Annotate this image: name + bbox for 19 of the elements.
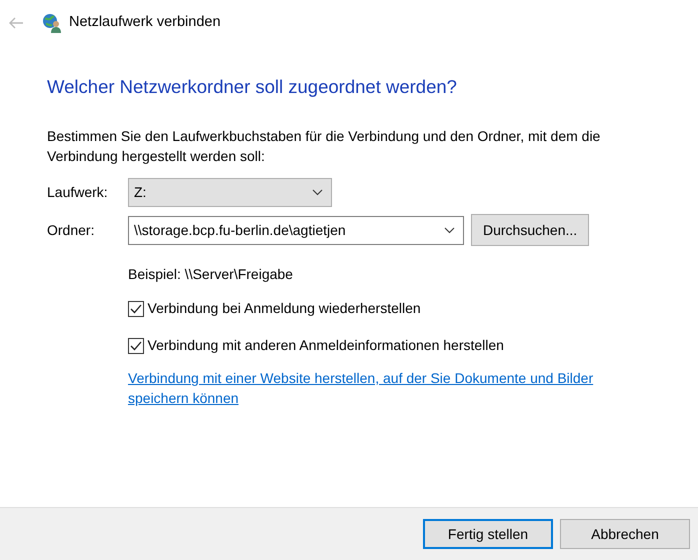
network-drive-icon — [42, 13, 62, 33]
instruction-text: Bestimmen Sie den Laufwerkbuchstaben für die Verbindung und den Ordner, mit dem die Verbindung hergestellt werden soll: — [47, 127, 602, 166]
website-link[interactable]: Verbindung mit einer Website herstellen, auf der Sie Dokumente und Bilder speichern können — [128, 368, 638, 408]
folder-label: Ordner: — [47, 220, 96, 240]
cancel-button[interactable]: Abbrechen — [560, 519, 690, 549]
checkbox[interactable] — [128, 338, 144, 354]
checkbox-label[interactable]: Verbindung bei Anmeldung wiederherstellen — [148, 298, 421, 320]
checkbox[interactable] — [128, 300, 144, 317]
checkbox-label[interactable]: Verbindung mit anderen Anmeldeinformationen herstellen — [148, 335, 504, 356]
example-text: Beispiel: \\Server\Freigabe — [128, 265, 294, 284]
browse-button[interactable]: Durchsuchen... — [471, 214, 590, 246]
chevron-down-icon — [312, 189, 323, 196]
folder-combobox[interactable]: \\storage.bcp.fu-berlin.de\agtietjen — [128, 216, 464, 245]
finish-button[interactable]: Fertig stellen — [423, 519, 553, 549]
drive-label: Laufwerk: — [47, 183, 109, 202]
window-title: Netzlaufwerk verbinden — [69, 13, 221, 32]
chevron-down-icon — [444, 226, 455, 234]
page-heading: Welcher Netzwerkordner soll zugeordnet werden? — [47, 76, 458, 98]
drive-dropdown[interactable]: Z: — [128, 178, 332, 208]
